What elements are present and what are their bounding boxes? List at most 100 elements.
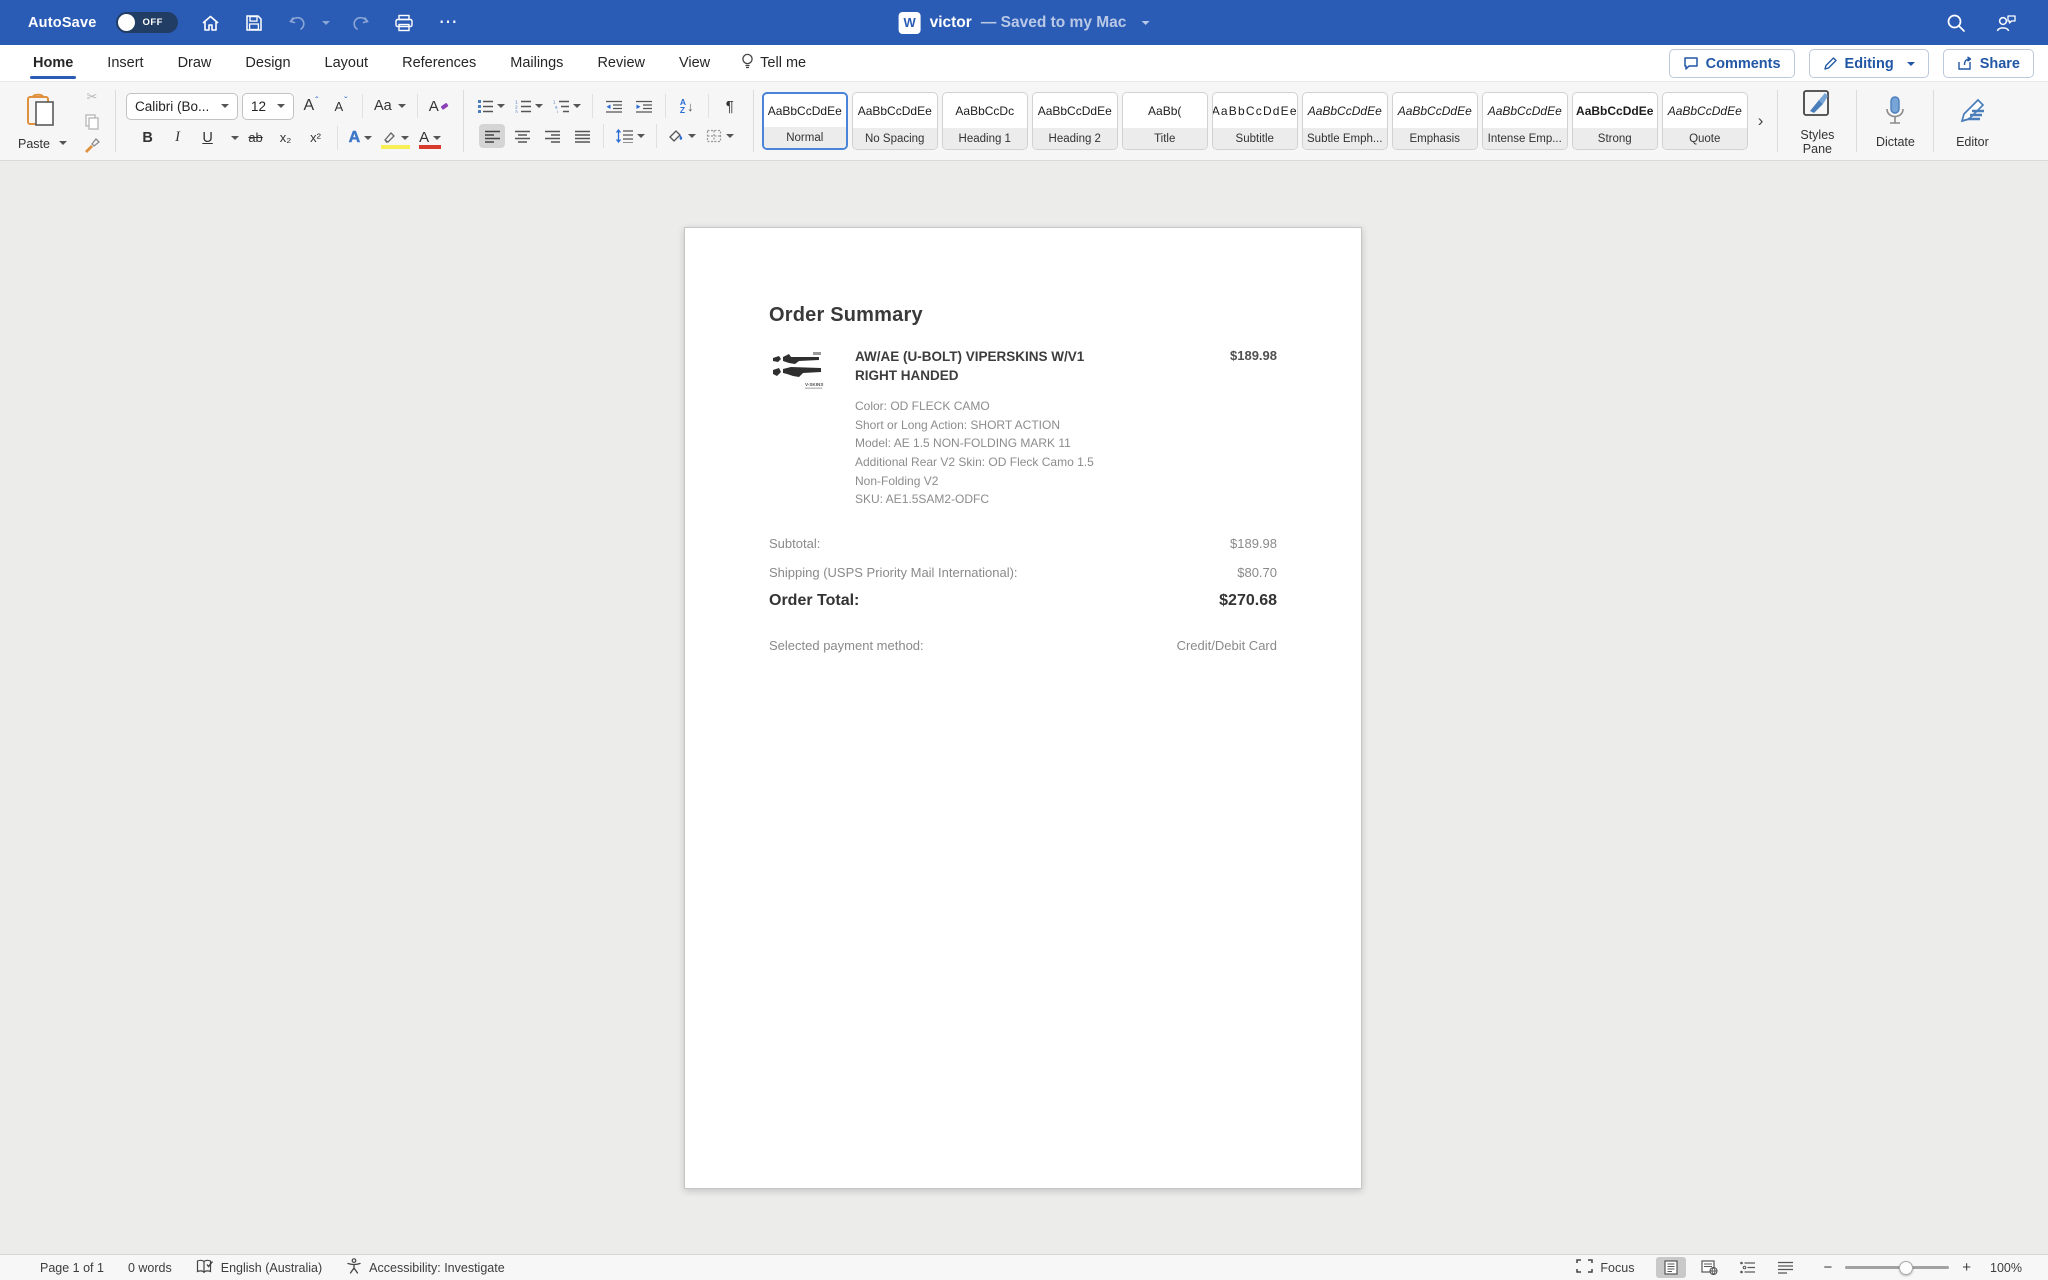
zoom-out-button[interactable]: −	[1818, 1259, 1837, 1276]
tab-home[interactable]: Home	[16, 45, 90, 81]
style-title[interactable]: AaBb( Title	[1122, 92, 1208, 150]
line-spacing-button[interactable]	[612, 124, 648, 148]
focus-icon	[1576, 1259, 1593, 1276]
align-center-button[interactable]	[509, 124, 535, 148]
word-count[interactable]: 0 words	[128, 1261, 172, 1275]
zoom-percentage[interactable]: 100%	[1976, 1261, 2022, 1275]
show-paragraph-marks-button[interactable]: ¶	[717, 94, 743, 118]
redo-icon[interactable]	[348, 11, 372, 35]
paste-button[interactable]: Paste	[10, 89, 75, 153]
draft-view-button[interactable]	[1770, 1257, 1800, 1278]
zoom-slider[interactable]	[1845, 1266, 1949, 1269]
tell-me-button[interactable]: Tell me	[727, 45, 820, 81]
justify-button[interactable]	[569, 124, 595, 148]
text-effects-button[interactable]: A	[346, 126, 376, 150]
style-strong[interactable]: AaBbCcDdEe Strong	[1572, 92, 1658, 150]
underline-dropdown-icon[interactable]	[231, 136, 239, 140]
style-heading-1[interactable]: AaBbCcDc Heading 1	[942, 92, 1028, 150]
editing-button[interactable]: Editing	[1809, 49, 1929, 78]
style-quote[interactable]: AaBbCcDdEe Quote	[1662, 92, 1748, 150]
document-canvas[interactable]: Order Summary V-SKINS AW/AE (U-BOLT) VIP	[0, 162, 2048, 1254]
language-label: English (Australia)	[221, 1261, 322, 1275]
zoom-slider-track[interactable]	[1845, 1266, 1949, 1269]
detail-model: Model: AE 1.5 NON-FOLDING MARK 11	[855, 434, 1277, 453]
web-layout-view-button[interactable]	[1694, 1257, 1724, 1278]
borders-button[interactable]	[703, 124, 737, 148]
multilevel-list-button[interactable]: 1ai	[550, 94, 584, 118]
decrease-indent-button[interactable]	[601, 94, 627, 118]
change-case-button[interactable]: Aa	[371, 94, 409, 118]
tab-references[interactable]: References	[385, 45, 493, 81]
grow-font-button[interactable]: Aˆ	[298, 94, 324, 118]
product-name: AW/AE (U-BOLT) VIPERSKINS W/V1 RIGHT HAN…	[855, 348, 1085, 385]
highlight-button[interactable]	[379, 126, 412, 150]
styles-pane-button[interactable]: Styles Pane	[1784, 84, 1850, 159]
style-no-spacing[interactable]: AaBbCcDdEe No Spacing	[852, 92, 938, 150]
align-left-button[interactable]	[479, 124, 505, 148]
tab-draw[interactable]: Draw	[161, 45, 229, 81]
share-button[interactable]: Share	[1943, 49, 2034, 78]
comments-button[interactable]: Comments	[1669, 49, 1795, 78]
more-styles-button[interactable]: ›	[1752, 111, 1770, 131]
align-right-button[interactable]	[539, 124, 565, 148]
undo-icon[interactable]	[286, 11, 310, 35]
strikethrough-button[interactable]: ab	[243, 126, 269, 150]
account-icon[interactable]	[1994, 11, 2018, 35]
superscript-button[interactable]: x²	[303, 126, 329, 150]
print-icon[interactable]	[392, 11, 416, 35]
accessibility-status[interactable]: Accessibility: Investigate	[346, 1258, 504, 1277]
detail-color: Color: OD FLECK CAMO	[855, 397, 1277, 416]
bullet-list-button[interactable]	[474, 94, 508, 118]
editor-button[interactable]: Editor	[1940, 91, 2004, 151]
zoom-in-button[interactable]: +	[1957, 1259, 1976, 1276]
page-count[interactable]: Page 1 of 1	[40, 1261, 104, 1275]
style-normal[interactable]: AaBbCcDdEe Normal	[762, 92, 848, 150]
undo-dropdown-icon[interactable]	[318, 11, 328, 35]
focus-mode-button[interactable]: Focus	[1576, 1259, 1634, 1276]
tab-insert[interactable]: Insert	[90, 45, 160, 81]
font-size-select[interactable]: 12	[242, 93, 294, 120]
zoom-slider-thumb[interactable]	[1899, 1261, 1913, 1275]
search-icon[interactable]	[1944, 11, 1968, 35]
style-heading-2[interactable]: AaBbCcDdEe Heading 2	[1032, 92, 1118, 150]
payment-label: Selected payment method:	[769, 638, 924, 653]
subscript-button[interactable]: x₂	[273, 126, 299, 150]
font-name-select[interactable]: Calibri (Bo...	[126, 93, 238, 120]
paste-dropdown-icon[interactable]	[59, 141, 67, 145]
tab-view[interactable]: View	[662, 45, 727, 81]
autosave-toggle[interactable]: OFF	[116, 12, 178, 33]
copy-icon[interactable]	[79, 111, 105, 131]
document-page[interactable]: Order Summary V-SKINS AW/AE (U-BOLT) VIP	[684, 227, 1362, 1189]
spellcheck-status[interactable]: English (Australia)	[196, 1259, 322, 1277]
save-icon[interactable]	[242, 11, 266, 35]
style-emphasis[interactable]: AaBbCcDdEe Emphasis	[1392, 92, 1478, 150]
shrink-font-button[interactable]: Aˇ	[328, 94, 354, 118]
shading-button[interactable]	[665, 124, 699, 148]
order-summary-title: Order Summary	[769, 304, 1277, 327]
more-commands-icon[interactable]: ⋯	[436, 11, 460, 35]
increase-indent-button[interactable]	[631, 94, 657, 118]
bold-button[interactable]: B	[135, 126, 161, 150]
tab-design[interactable]: Design	[228, 45, 307, 81]
numbered-list-button[interactable]: 123	[512, 94, 546, 118]
dictate-button[interactable]: Dictate	[1863, 91, 1927, 151]
tab-mailings[interactable]: Mailings	[493, 45, 580, 81]
title-dropdown-icon[interactable]	[1141, 21, 1149, 25]
print-layout-view-button[interactable]	[1656, 1257, 1686, 1278]
clear-formatting-button[interactable]: A	[426, 94, 453, 118]
style-subtle-emphasis[interactable]: AaBbCcDdEe Subtle Emph...	[1302, 92, 1388, 150]
style-intense-emphasis[interactable]: AaBbCcDdEe Intense Emp...	[1482, 92, 1568, 150]
tab-review[interactable]: Review	[580, 45, 662, 81]
cut-icon[interactable]: ✂	[79, 87, 105, 107]
italic-button[interactable]: I	[165, 126, 191, 150]
sort-button[interactable]: AZ ↓	[674, 94, 700, 118]
document-title-group[interactable]: W victor — Saved to my Mac	[899, 0, 1150, 45]
style-subtitle[interactable]: AaBbCcDdEe Subtitle	[1212, 92, 1298, 150]
font-color-button[interactable]: A	[416, 126, 444, 150]
underline-button[interactable]: U	[195, 126, 221, 150]
outline-view-button[interactable]	[1732, 1257, 1762, 1278]
format-painter-icon[interactable]	[79, 135, 105, 155]
home-icon[interactable]	[198, 11, 222, 35]
proofing-icon	[196, 1259, 214, 1277]
tab-layout[interactable]: Layout	[308, 45, 386, 81]
